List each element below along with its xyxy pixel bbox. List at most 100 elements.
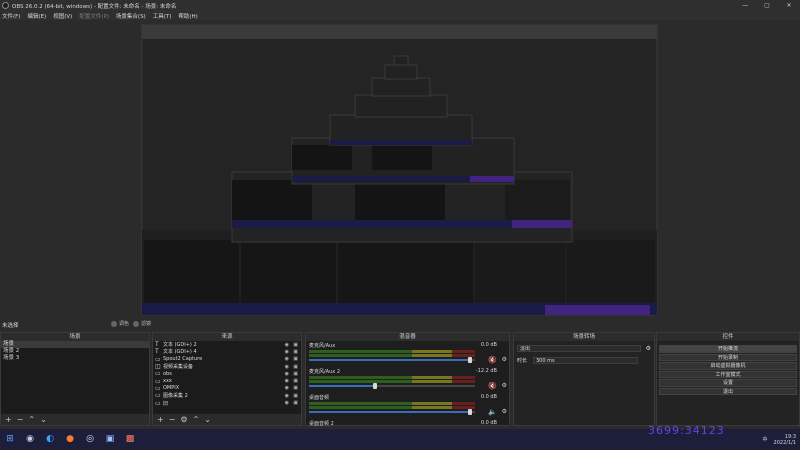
preview-recursive-capture (0, 20, 800, 318)
source-item[interactable]: ▭ 旧 ◉ ▣ (153, 399, 301, 407)
menu-item[interactable]: 场景集合(S) (116, 12, 146, 20)
remove-icon[interactable]: − (169, 415, 176, 424)
steam-icon[interactable]: ◉ (20, 430, 40, 450)
obs-icon[interactable]: ◎ (80, 430, 100, 450)
visibility-eye-icon[interactable]: ◉ (285, 371, 289, 377)
lock-icon[interactable]: ▣ (293, 356, 298, 362)
windows-start-icon[interactable]: ⊞ (0, 430, 20, 450)
volume-knob[interactable] (468, 357, 473, 363)
sources-list: T 文本 (GDI+) 2 ◉ ▣ T 文本 (GDI+) 4 ◉ ▣ ▭ Spout2 Capt… (153, 341, 301, 414)
volume-knob[interactable] (373, 383, 378, 389)
source-item[interactable]: ▭ obs ◉ ▣ (153, 370, 301, 377)
volume-slider[interactable] (309, 357, 475, 363)
lock-icon[interactable]: ▣ (293, 400, 298, 406)
volume-fill (309, 385, 376, 387)
add-icon[interactable]: + (157, 415, 164, 424)
tray-language[interactable]: 中 (763, 436, 768, 443)
move-up-icon[interactable]: ⌃ (28, 415, 35, 424)
gear-icon[interactable]: ⚙ (502, 382, 507, 389)
volume-slider[interactable] (309, 383, 475, 389)
menu-item[interactable]: 视图(V) (53, 12, 72, 20)
mixer-title: 混音器 (306, 333, 509, 341)
gear-icon[interactable]: ⚙ (502, 408, 507, 415)
transition-settings-icon[interactable]: ⚙ (646, 345, 651, 352)
minimize-button[interactable]: — (734, 0, 756, 11)
remote-desktop-icon[interactable]: ▣ (100, 430, 120, 450)
lock-icon[interactable]: ▣ (293, 385, 298, 391)
duration-input[interactable]: 300 ms (533, 357, 638, 364)
move-up-icon[interactable]: ⌃ (193, 415, 200, 424)
capture-icon: ▭ (155, 355, 161, 363)
move-down-icon[interactable]: ⌄ (204, 415, 211, 424)
menu-item[interactable]: 帮助(H) (178, 12, 197, 20)
tray-date: 2022/1/1 (773, 439, 796, 446)
volume-slider[interactable] (309, 409, 475, 415)
preview-canvas[interactable] (0, 20, 800, 318)
control-button[interactable]: 启动虚拟摄像机 (659, 362, 797, 370)
media-icon: ▭ (155, 377, 161, 385)
remove-icon[interactable]: − (17, 415, 24, 424)
source-item[interactable]: ▭ xxx ◉ ▣ (153, 377, 301, 385)
visibility-eye-icon[interactable]: ◉ (285, 356, 289, 362)
filter-icon (133, 320, 140, 327)
gear-icon[interactable]: ⚙ (180, 415, 187, 424)
source-item[interactable]: ▭ Spout2 Capture ◉ ▣ (153, 356, 301, 363)
muted-speaker-icon[interactable]: 🔇 (488, 382, 497, 390)
lock-icon[interactable]: ▣ (293, 371, 298, 377)
controls-body: 开始推流 开始录制 启动虚拟摄像机 工作室模式 设置 退出 (657, 342, 799, 425)
lock-icon[interactable]: ▣ (293, 342, 298, 348)
add-icon[interactable]: + (5, 415, 12, 424)
gear-icon[interactable]: ⚙ (502, 356, 507, 363)
source-item[interactable]: ▭ 图像采集 2 ◉ ▣ (153, 392, 301, 399)
muted-speaker-icon[interactable]: 🔇 (488, 356, 497, 364)
maximize-button[interactable]: ▢ (756, 0, 778, 11)
control-button[interactable]: 退出 (659, 387, 797, 395)
menu-item[interactable]: 编辑(E) (27, 12, 46, 20)
move-down-icon[interactable]: ⌄ (40, 415, 47, 424)
filters-button[interactable]: 滤镜 (133, 320, 151, 327)
firefox-icon[interactable]: ● (60, 430, 80, 450)
scene-item[interactable]: 场景 3 (1, 355, 149, 362)
transition-select-row: 淡出 ⚙ (514, 344, 654, 353)
control-button[interactable]: 工作室模式 (659, 370, 797, 378)
track-name: 麦克风/Aux (309, 343, 336, 349)
gear-icon (111, 320, 117, 327)
lock-icon[interactable]: ▣ (293, 364, 298, 370)
lock-icon[interactable]: ▣ (293, 378, 298, 384)
menu-item[interactable]: 文件(F) (2, 12, 20, 20)
close-button[interactable]: ✕ (778, 0, 800, 11)
menu-item[interactable]: 工具(T) (153, 12, 172, 20)
source-name: OMPIX (163, 385, 180, 392)
lock-icon[interactable]: ▣ (293, 349, 298, 355)
source-item[interactable]: ◫ 视频采集设备 ◉ ▣ (153, 363, 301, 370)
paint-icon[interactable]: ▩ (120, 430, 140, 450)
lock-icon[interactable]: ▣ (293, 393, 298, 399)
visibility-eye-icon[interactable]: ◉ (285, 349, 289, 355)
scene-item[interactable]: 场景 (1, 341, 149, 348)
source-name: 文本 (GDI+) 2 (163, 342, 197, 349)
level-meter (309, 354, 475, 357)
control-button[interactable]: 开始推流 (659, 345, 797, 353)
speaker-icon[interactable]: 🔈 (488, 408, 497, 416)
volume-knob[interactable] (468, 409, 473, 415)
control-button[interactable]: 开始录制 (659, 353, 797, 361)
tray-clock[interactable]: 19:3 2022/1/1 (774, 434, 796, 446)
visibility-eye-icon[interactable]: ◉ (285, 364, 289, 370)
transition-select[interactable]: 淡出 (517, 345, 641, 352)
source-item[interactable]: T 文本 (GDI+) 4 ◉ ▣ (153, 348, 301, 355)
edge-icon[interactable]: ◐ (40, 430, 60, 450)
menu-item[interactable]: 配置文件(P) (79, 12, 109, 20)
source-item[interactable]: ▭ OMPIX ◉ ▣ (153, 385, 301, 392)
visibility-eye-icon[interactable]: ◉ (285, 385, 289, 391)
source-item[interactable]: T 文本 (GDI+) 2 ◉ ▣ (153, 341, 301, 348)
scene-item[interactable]: 场景 2 (1, 348, 149, 355)
image-icon: ▭ (155, 384, 161, 392)
controls-title: 控件 (657, 333, 799, 341)
level-meter (309, 380, 475, 383)
visibility-eye-icon[interactable]: ◉ (285, 393, 289, 399)
visibility-eye-icon[interactable]: ◉ (285, 378, 289, 384)
studio-mode-toggle[interactable]: 调色 (111, 320, 129, 327)
visibility-eye-icon[interactable]: ◉ (285, 400, 289, 406)
control-button[interactable]: 设置 (659, 379, 797, 387)
visibility-eye-icon[interactable]: ◉ (285, 342, 289, 348)
